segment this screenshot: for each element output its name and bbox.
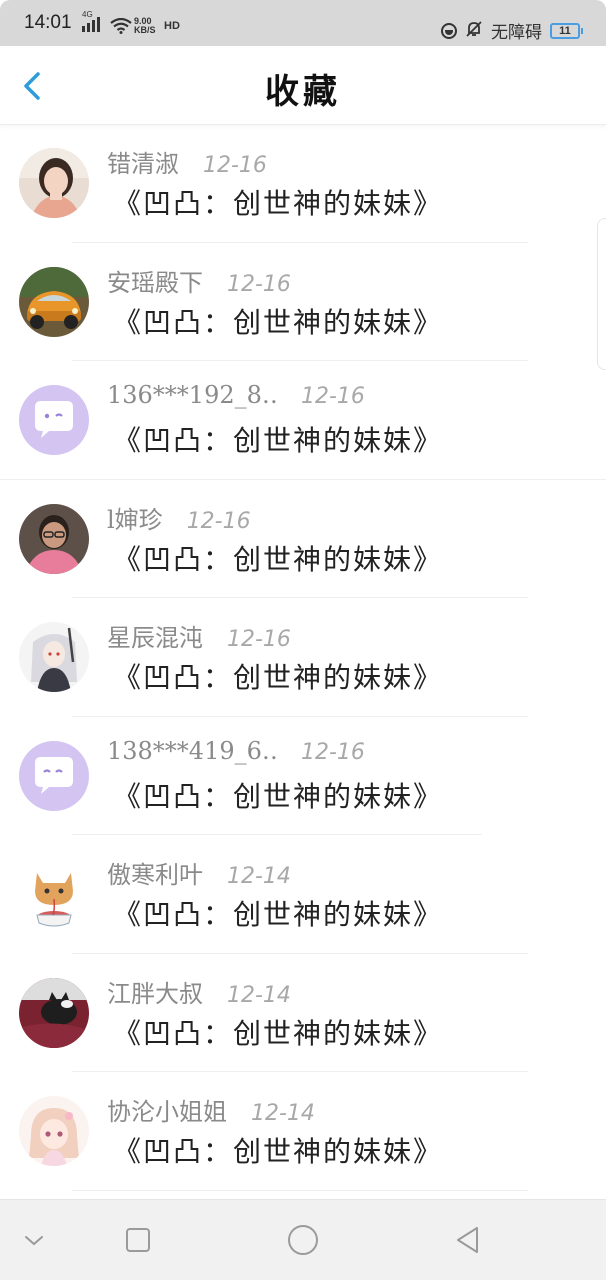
date: 12-16 xyxy=(301,739,365,765)
avatar[interactable] xyxy=(19,622,89,692)
date: 12-14 xyxy=(227,982,291,1008)
scroll-indicator[interactable] xyxy=(597,218,606,370)
book-title: 《凹凸：创世神的妹妹》 xyxy=(113,1016,444,1050)
date: 12-16 xyxy=(203,153,267,178)
avatar[interactable] xyxy=(19,1096,89,1166)
book-title: 《凹凸：创世神的妹妹》 xyxy=(113,779,444,813)
hd-label: HD xyxy=(164,20,180,32)
signal-icon: 4G xyxy=(82,10,100,32)
avatar[interactable] xyxy=(19,385,89,455)
book-title: 《凹凸：创世神的妹妹》 xyxy=(113,898,444,931)
list-item[interactable]: 傲寒利叶 12-14 《凹凸：创世神的妹妹》 xyxy=(0,835,606,954)
avatar[interactable] xyxy=(19,740,89,811)
list-item[interactable]: 138***419_6… 12-16 《凹凸：创世神的妹妹》 xyxy=(0,717,606,835)
home-circle-icon[interactable] xyxy=(283,1220,323,1260)
user-name: 星辰混沌 xyxy=(107,624,203,652)
status-bar: 14:01 4G 9.00 KB/S HD 无障碍 11 xyxy=(0,0,606,46)
user-name: 136***192_8… xyxy=(107,381,277,409)
network-speed: 9.00 KB/S xyxy=(134,16,156,35)
list-item[interactable]: 江胖大叔 12-14 《凹凸：创世神的妹妹》 xyxy=(0,954,606,1072)
date: 12-16 xyxy=(186,508,251,534)
user-name: 安瑶殿下 xyxy=(107,268,203,297)
back-triangle-icon[interactable] xyxy=(448,1220,488,1260)
header: 收藏 xyxy=(0,46,606,125)
avatar[interactable] xyxy=(19,266,89,337)
list-item[interactable]: 错清淑 12-16 《凹凸：创世神的妹妹》 xyxy=(0,124,606,243)
collapse-down-icon[interactable] xyxy=(14,1220,54,1260)
circle-status-icon xyxy=(441,22,457,39)
date: 12-14 xyxy=(251,1101,315,1126)
avatar[interactable] xyxy=(19,503,89,574)
list-item[interactable]: 协沦小姐姐 12-14 《凹凸：创世神的妹妹》 xyxy=(0,1072,606,1191)
favorites-list: 错清淑 12-16 《凹凸：创世神的妹妹》 安瑶殿下 12-16 《凹凸：创世神… xyxy=(0,124,606,1191)
date: 12-16 xyxy=(227,271,291,297)
date: 12-16 xyxy=(301,384,365,409)
accessibility-label: 无障碍 xyxy=(491,23,542,43)
book-title: 《凹凸：创世神的妹妹》 xyxy=(113,1135,444,1168)
mute-bell-icon xyxy=(465,20,483,42)
list-item[interactable]: l婶珍 12-16 《凹凸：创世神的妹妹》 xyxy=(0,480,606,598)
user-name: 江胖大叔 xyxy=(107,979,203,1008)
list-item[interactable]: 136***192_8… 12-16 《凹凸：创世神的妹妹》 xyxy=(0,361,606,480)
default-chat-icon xyxy=(19,740,89,811)
user-name: 138***419_6… xyxy=(107,736,277,765)
book-title: 《凹凸：创世神的妹妹》 xyxy=(113,187,444,220)
page-title: 收藏 xyxy=(265,72,341,112)
system-nav-bar xyxy=(0,1199,606,1280)
user-name: 错清淑 xyxy=(107,150,179,178)
user-name: 傲寒利叶 xyxy=(107,861,203,889)
status-time: 14:01 xyxy=(24,12,72,33)
wifi-icon xyxy=(110,17,132,38)
battery-icon: 11 xyxy=(550,22,583,39)
user-name: l婶珍 xyxy=(107,505,163,534)
date: 12-14 xyxy=(227,864,291,889)
avatar[interactable] xyxy=(19,148,89,218)
avatar[interactable] xyxy=(19,859,89,929)
list-item[interactable]: 星辰混沌 12-16 《凹凸：创世神的妹妹》 xyxy=(0,598,606,717)
avatar[interactable] xyxy=(19,977,89,1048)
book-title: 《凹凸：创世神的妹妹》 xyxy=(113,424,444,457)
book-title: 《凹凸：创世神的妹妹》 xyxy=(113,305,444,339)
default-chat-icon xyxy=(19,385,89,455)
date: 12-16 xyxy=(227,627,291,652)
recents-square-icon[interactable] xyxy=(118,1220,158,1260)
user-name: 协沦小姐姐 xyxy=(107,1098,227,1126)
book-title: 《凹凸：创世神的妹妹》 xyxy=(113,661,444,694)
book-title: 《凹凸：创世神的妹妹》 xyxy=(113,542,444,576)
divider xyxy=(72,1189,528,1191)
list-item[interactable]: 安瑶殿下 12-16 《凹凸：创世神的妹妹》 xyxy=(0,243,606,361)
